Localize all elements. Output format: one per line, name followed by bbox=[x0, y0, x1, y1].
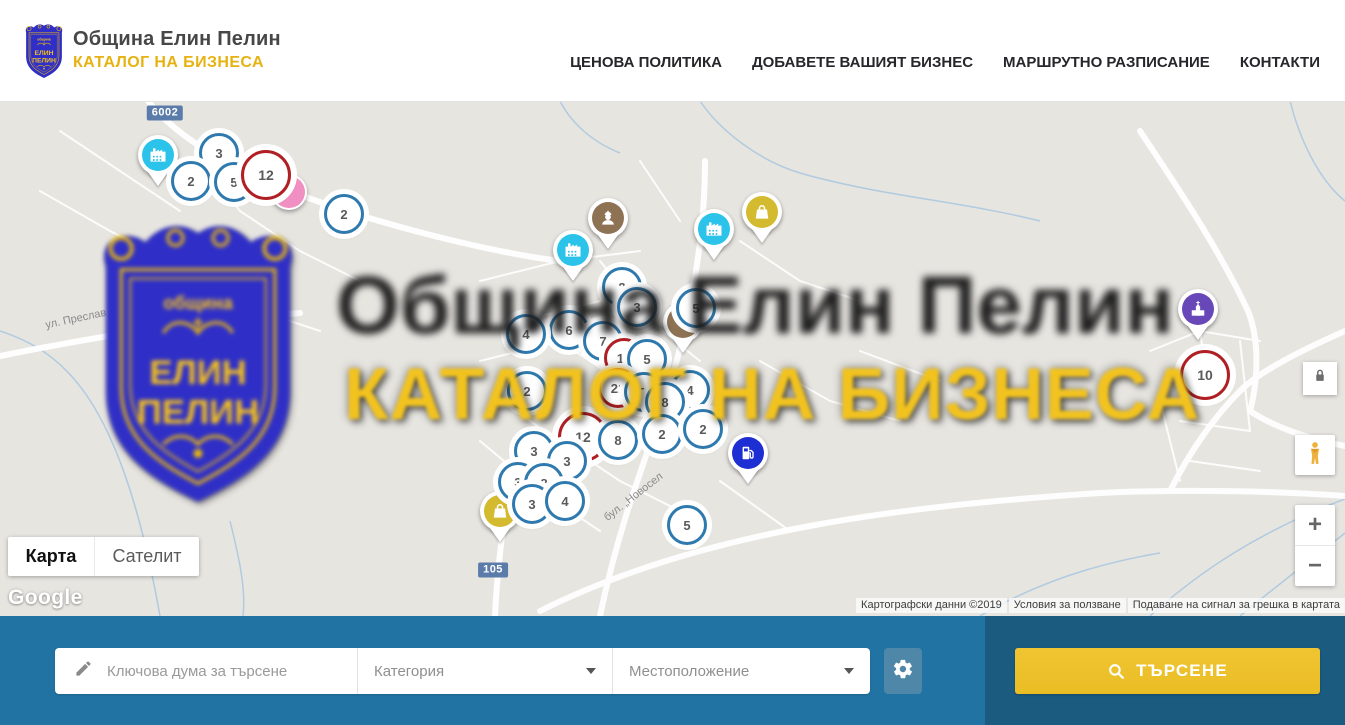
map-type-control: Карта Сателит bbox=[8, 537, 199, 576]
crest-word-obshtina: община bbox=[163, 293, 233, 313]
gear-icon bbox=[892, 658, 914, 685]
attribution-copyright: Картографски данни ©2019 bbox=[856, 598, 1007, 613]
pegman-button[interactable] bbox=[1295, 435, 1335, 475]
church-pin[interactable] bbox=[1178, 289, 1218, 329]
factory-icon bbox=[142, 139, 174, 171]
lock-icon bbox=[1311, 367, 1329, 390]
municipality-crest-logo[interactable]: община ЕЛИН ПЕЛИН bbox=[22, 22, 66, 80]
crest-word-obshtina: община bbox=[37, 37, 51, 41]
watermark-title: Община Елин Пелин bbox=[336, 259, 1174, 353]
search-icon bbox=[1107, 662, 1126, 681]
watermark-crest: община ЕЛИН ПЕЛИН bbox=[85, 213, 311, 513]
cluster-marker[interactable]: 2 bbox=[324, 194, 364, 234]
zoom-in-button[interactable]: + bbox=[1295, 505, 1335, 546]
category-dropdown[interactable]: Категория bbox=[357, 648, 612, 694]
search-button-label: ТЪРСЕНЕ bbox=[1136, 661, 1228, 681]
pin-tail bbox=[148, 172, 168, 186]
pegman-icon bbox=[1302, 440, 1328, 471]
nav-link-pricing[interactable]: ЦЕНОВА ПОЛИТИКА bbox=[570, 54, 722, 71]
site-title: Община Елин Пелин bbox=[73, 28, 281, 51]
nav-link-route-schedule[interactable]: МАРШРУТНО РАЗПИСАНИЕ bbox=[1003, 54, 1210, 71]
search-input-group: Категория Местоположение bbox=[55, 648, 870, 694]
cluster-marker[interactable]: 2 bbox=[171, 161, 211, 201]
page: община ЕЛИН ПЕЛИН Община Елин Пелин КАТА… bbox=[0, 0, 1345, 725]
pin-tail bbox=[752, 229, 772, 243]
cluster-marker[interactable]: 4 bbox=[545, 481, 585, 521]
nav-link-add-business[interactable]: ДОБАВЕТЕ ВАШИЯТ БИЗНЕС bbox=[752, 54, 973, 71]
location-dropdown-label: Местоположение bbox=[629, 663, 749, 680]
factory-pin[interactable] bbox=[694, 209, 734, 249]
google-map[interactable]: ул. Преслав бул. „Новосел ици“ 6002 105 … bbox=[0, 101, 1345, 616]
crest-word-elin: ЕЛИН bbox=[35, 50, 54, 57]
map-type-satellite-button[interactable]: Сателит bbox=[94, 537, 199, 576]
search-button[interactable]: ТЪРСЕНЕ bbox=[1015, 648, 1320, 694]
church-icon bbox=[1182, 293, 1214, 325]
pin-tail bbox=[738, 470, 758, 484]
map-attribution: Картографски данни ©2019 Условия за полз… bbox=[856, 598, 1345, 613]
zoom-control: + − bbox=[1295, 505, 1335, 586]
pin-tail bbox=[704, 246, 724, 260]
chevron-down-icon bbox=[586, 668, 596, 674]
crest-word-pelin: ПЕЛИН bbox=[137, 393, 259, 431]
factory-pin[interactable] bbox=[138, 135, 178, 175]
cluster-marker[interactable]: 5 bbox=[667, 505, 707, 545]
main-nav: ЦЕНОВА ПОЛИТИКА ДОБАВЕТЕ ВАШИЯТ БИЗНЕС М… bbox=[570, 0, 1320, 101]
crest-word-pelin: ПЕЛИН bbox=[32, 58, 56, 65]
worker-icon bbox=[592, 202, 624, 234]
lock-button[interactable] bbox=[1303, 362, 1337, 395]
category-dropdown-label: Категория bbox=[374, 663, 444, 680]
report-error-link[interactable]: Подаване на сигнал за грешка в картата bbox=[1128, 598, 1345, 613]
zoom-out-button[interactable]: − bbox=[1295, 546, 1335, 586]
google-logo[interactable]: Google bbox=[8, 586, 83, 610]
worker-pin[interactable] bbox=[588, 198, 628, 238]
fuel-pin[interactable] bbox=[728, 433, 768, 473]
nav-link-contacts[interactable]: КОНТАКТИ bbox=[1240, 54, 1320, 71]
pin-tail bbox=[598, 235, 618, 249]
crest-word-elin: ЕЛИН bbox=[149, 354, 246, 392]
watermark-subtitle: КАТАЛОГ НА БИЗНЕСА bbox=[344, 353, 1200, 436]
fuel-icon bbox=[732, 437, 764, 469]
chevron-down-icon bbox=[844, 668, 854, 674]
advanced-settings-button[interactable] bbox=[884, 648, 922, 694]
header: община ЕЛИН ПЕЛИН Община Елин Пелин КАТА… bbox=[0, 0, 1345, 102]
factory-icon bbox=[698, 213, 730, 245]
terms-link[interactable]: Условия за ползване bbox=[1009, 598, 1126, 613]
bag-icon bbox=[746, 196, 778, 228]
keyword-section bbox=[55, 648, 357, 694]
pin-tail bbox=[1188, 326, 1208, 340]
pin-tail bbox=[490, 528, 510, 542]
search-bar: Категория Местоположение ТЪРСЕНЕ bbox=[0, 616, 1345, 725]
map-type-map-button[interactable]: Карта bbox=[8, 537, 94, 576]
brand-block: Община Елин Пелин КАТАЛОГ НА БИЗНЕСА bbox=[73, 28, 281, 72]
keyword-search-input[interactable] bbox=[105, 662, 357, 681]
cluster-marker[interactable]: 12 bbox=[241, 150, 291, 200]
bag-pin[interactable] bbox=[742, 192, 782, 232]
pencil-icon bbox=[74, 659, 93, 683]
location-dropdown[interactable]: Местоположение bbox=[612, 648, 870, 694]
site-subtitle: КАТАЛОГ НА БИЗНЕСА bbox=[73, 54, 281, 72]
